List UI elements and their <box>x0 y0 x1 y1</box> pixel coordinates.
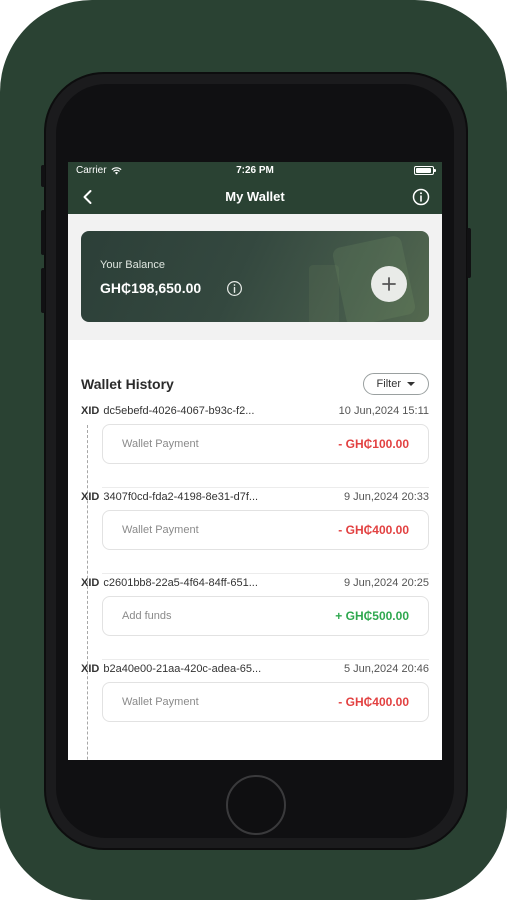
transaction-date: 9 Jun,2024 20:25 <box>343 577 429 589</box>
volume-down-button <box>41 268 45 313</box>
transaction-type: Add funds <box>122 610 172 622</box>
balance-amount: GH₵198,650.00 <box>100 280 202 296</box>
page-title: My Wallet <box>225 189 285 204</box>
transaction-id: dc5ebefd-4026-4067-b93c-f2... <box>103 405 255 417</box>
transaction-date: 9 Jun,2024 20:33 <box>343 491 429 503</box>
add-funds-button[interactable] <box>371 266 407 302</box>
app-screen: Carrier 7:26 PM My Wallet Your Balance G… <box>68 162 442 760</box>
transaction-item[interactable]: XID c2601bb8-22a5-4f64-84ff-651... 9 Jun… <box>81 574 429 660</box>
history-header: Wallet History Filter <box>81 340 429 402</box>
transaction-card[interactable]: Add funds + GH₵500.00 <box>102 596 429 636</box>
plus-icon <box>382 277 396 291</box>
transaction-item[interactable]: XID b2a40e00-21aa-420c-adea-65... 5 Jun,… <box>81 660 429 746</box>
transaction-type: Wallet Payment <box>122 524 199 536</box>
transaction-item[interactable]: XID 3407f0cd-fda2-4198-8e31-d7f... 9 Jun… <box>81 488 429 574</box>
transaction-amount: + GH₵500.00 <box>335 609 409 623</box>
transaction-card[interactable]: Wallet Payment - GH₵400.00 <box>102 682 429 722</box>
history-title: Wallet History <box>81 376 174 392</box>
transaction-date: 10 Jun,2024 15:11 <box>338 405 429 417</box>
transaction-id-prefix: XID <box>81 663 100 675</box>
nav-bar: My Wallet <box>68 179 442 214</box>
caret-down-icon <box>407 382 415 386</box>
transaction-amount: - GH₵400.00 <box>338 523 409 537</box>
filter-button[interactable]: Filter <box>362 373 429 395</box>
volume-up-button <box>41 210 45 255</box>
transaction-amount: - GH₵400.00 <box>338 695 409 709</box>
transaction-amount: - GH₵100.00 <box>338 437 409 451</box>
status-time: 7:26 PM <box>236 165 274 176</box>
battery-icon <box>414 166 436 175</box>
status-bar: Carrier 7:26 PM <box>68 162 442 179</box>
transaction-card[interactable]: Wallet Payment - GH₵100.00 <box>102 424 429 464</box>
transaction-type: Wallet Payment <box>122 696 199 708</box>
chevron-left-icon[interactable] <box>78 187 98 207</box>
transaction-item[interactable]: XID dc5ebefd-4026-4067-b93c-f2... 10 Jun… <box>81 402 429 488</box>
transaction-id-prefix: XID <box>81 491 100 503</box>
silent-switch <box>41 165 45 187</box>
power-button <box>467 228 471 278</box>
balance-card: Your Balance GH₵198,650.00 <box>81 231 429 322</box>
transaction-id-prefix: XID <box>81 577 100 589</box>
wallet-content: Your Balance GH₵198,650.00 Wallet Histor… <box>68 214 442 760</box>
filter-label: Filter <box>376 378 401 390</box>
home-button[interactable] <box>226 775 286 835</box>
transaction-type: Wallet Payment <box>122 438 199 450</box>
wallet-history-panel: Wallet History Filter XID dc5ebefd-4026-… <box>68 340 442 760</box>
transaction-id: 3407f0cd-fda2-4198-8e31-d7f... <box>103 491 259 503</box>
balance-info-icon[interactable] <box>226 280 243 297</box>
balance-label: Your Balance <box>100 259 166 271</box>
info-icon[interactable] <box>412 188 430 206</box>
transaction-date: 5 Jun,2024 20:46 <box>343 663 429 675</box>
transaction-id: b2a40e00-21aa-420c-adea-65... <box>103 663 262 675</box>
transaction-id: c2601bb8-22a5-4f64-84ff-651... <box>103 577 258 589</box>
transaction-card[interactable]: Wallet Payment - GH₵400.00 <box>102 510 429 550</box>
transaction-id-prefix: XID <box>81 405 100 417</box>
card-decoration <box>309 265 339 322</box>
